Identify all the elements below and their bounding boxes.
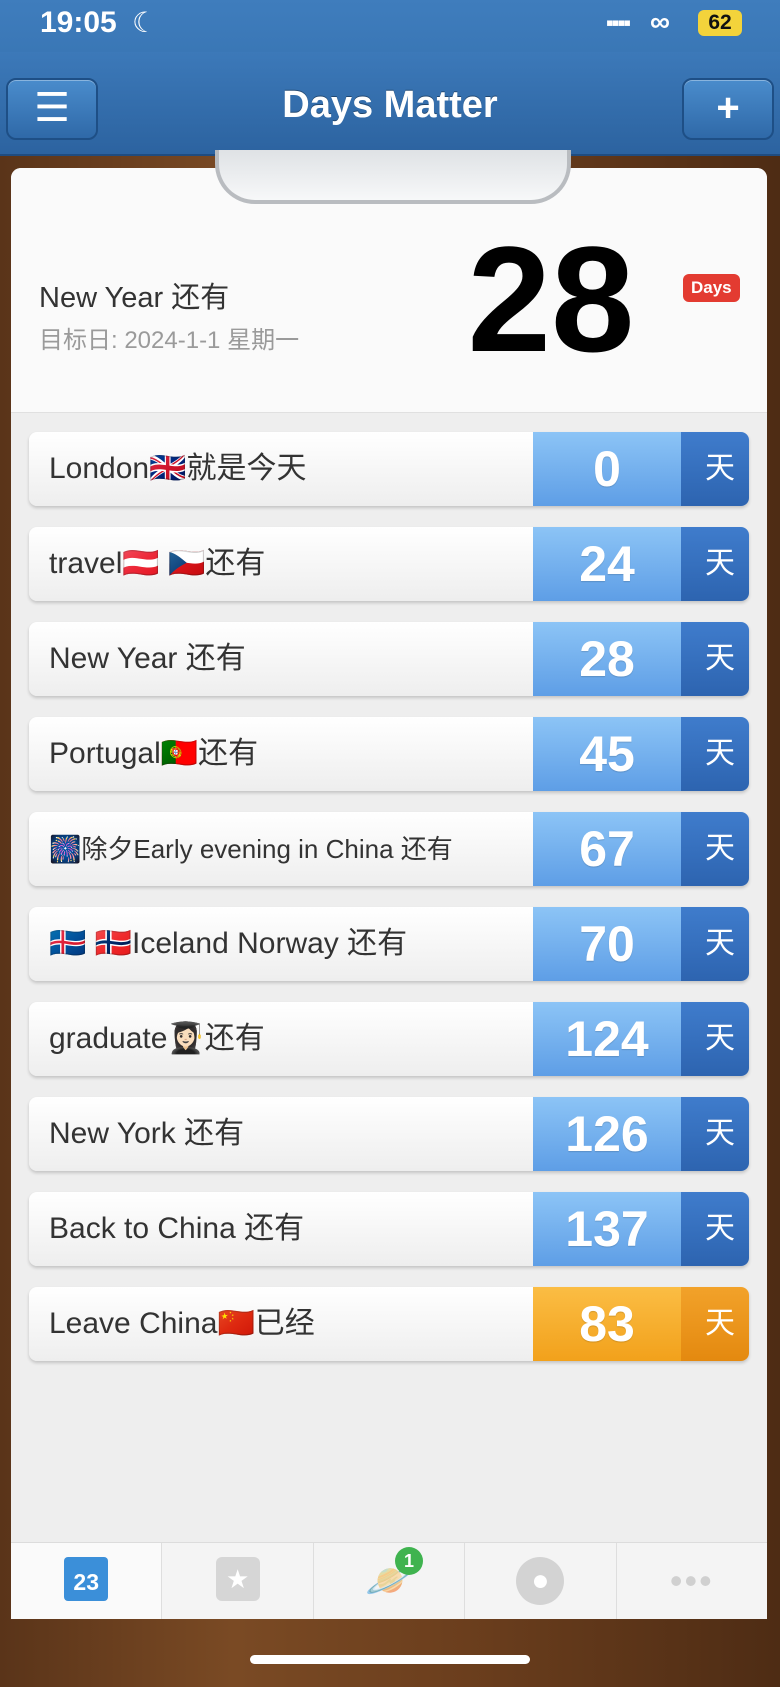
event-count: 0 <box>533 432 681 506</box>
featured-event-title: New Year 还有 <box>39 282 230 314</box>
featured-event-unit-badge: Days <box>683 274 740 302</box>
event-row[interactable]: London🇬🇧就是今天 0 天 <box>29 432 749 506</box>
nav-bar: ☰ Days Matter + <box>0 52 780 156</box>
event-count: 24 <box>533 527 681 601</box>
event-label: Leave China🇨🇳已经 <box>49 1307 315 1340</box>
event-unit: 天 <box>681 432 749 506</box>
status-time: 19:05 <box>40 6 117 39</box>
tab-bar: 23 ★ 🪐 1 ● ••• <box>11 1542 767 1619</box>
event-row[interactable]: Portugal🇵🇹还有 45 天 <box>29 717 749 791</box>
status-bar: 19:05 ☾ ▪▪▪▪ ∞ 62 <box>0 0 780 52</box>
user-icon: ● <box>516 1557 565 1605</box>
link-icon: ∞ <box>650 6 670 37</box>
add-event-button[interactable]: + <box>682 78 774 140</box>
event-count: 67 <box>533 812 681 886</box>
event-unit: 天 <box>681 717 749 791</box>
moon-icon: ☾ <box>132 7 158 38</box>
tab-favorites[interactable]: ★ <box>162 1543 314 1619</box>
event-unit: 天 <box>681 812 749 886</box>
event-label: 🇮🇸 🇳🇴Iceland Norway 还有 <box>49 927 408 960</box>
event-label: New York 还有 <box>49 1117 245 1150</box>
featured-event[interactable]: New Year 还有 目标日: 2024-1-1 星期一 28 Days <box>11 168 767 413</box>
event-unit: 天 <box>681 1287 749 1361</box>
event-unit: 天 <box>681 1097 749 1171</box>
event-row-past[interactable]: Leave China🇨🇳已经 83 天 <box>29 1287 749 1361</box>
featured-event-date: 目标日: 2024-1-1 星期一 <box>39 327 300 354</box>
plus-icon: + <box>716 86 740 130</box>
star-icon: ★ <box>215 1557 260 1601</box>
notification-badge: 1 <box>395 1547 424 1575</box>
event-unit: 天 <box>681 527 749 601</box>
tab-events[interactable]: 23 <box>11 1543 163 1619</box>
event-label: graduate👩🏻‍🎓还有 <box>49 1022 265 1055</box>
tab-more[interactable]: ••• <box>617 1543 767 1619</box>
tab-discover[interactable]: 🪐 1 <box>314 1543 466 1619</box>
clipboard-clip <box>215 150 571 204</box>
event-row[interactable]: New York 还有 126 天 <box>29 1097 749 1171</box>
event-label: New Year 还有 <box>49 642 246 675</box>
event-unit: 天 <box>681 622 749 696</box>
event-count: 28 <box>533 622 681 696</box>
battery-indicator: 62 <box>698 10 742 36</box>
featured-event-count: 28 <box>467 215 635 383</box>
event-label: Portugal🇵🇹还有 <box>49 737 259 770</box>
event-count: 137 <box>533 1192 681 1266</box>
event-row[interactable]: New Year 还有 28 天 <box>29 622 749 696</box>
event-label: travel🇦🇹 🇨🇿还有 <box>49 547 266 580</box>
event-board: New Year 还有 目标日: 2024-1-1 星期一 28 Days Lo… <box>11 168 767 1618</box>
tab-profile[interactable]: ● <box>465 1543 617 1619</box>
app-title: Days Matter <box>282 84 498 126</box>
signal-icon: ▪▪▪▪ <box>606 10 631 35</box>
event-count: 124 <box>533 1002 681 1076</box>
event-row[interactable]: graduate👩🏻‍🎓还有 124 天 <box>29 1002 749 1076</box>
event-unit: 天 <box>681 1002 749 1076</box>
event-list: London🇬🇧就是今天 0 天 travel🇦🇹 🇨🇿还有 24 天 New … <box>29 432 749 1382</box>
event-unit: 天 <box>681 1192 749 1266</box>
event-row[interactable]: 🇮🇸 🇳🇴Iceland Norway 还有 70 天 <box>29 907 749 981</box>
event-label: London🇬🇧就是今天 <box>49 452 307 485</box>
event-label: Back to China 还有 <box>49 1212 305 1245</box>
event-label: 🎆除夕Early evening in China 还有 <box>49 834 453 864</box>
event-row[interactable]: Back to China 还有 137 天 <box>29 1192 749 1266</box>
event-count: 83 <box>533 1287 681 1361</box>
event-row[interactable]: travel🇦🇹 🇨🇿还有 24 天 <box>29 527 749 601</box>
event-count: 45 <box>533 717 681 791</box>
calendar-icon: 23 <box>64 1557 109 1601</box>
event-count: 126 <box>533 1097 681 1171</box>
more-icon: ••• <box>669 1560 714 1601</box>
home-indicator[interactable] <box>250 1655 530 1664</box>
event-row[interactable]: 🎆除夕Early evening in China 还有 67 天 <box>29 812 749 886</box>
event-unit: 天 <box>681 907 749 981</box>
event-count: 70 <box>533 907 681 981</box>
